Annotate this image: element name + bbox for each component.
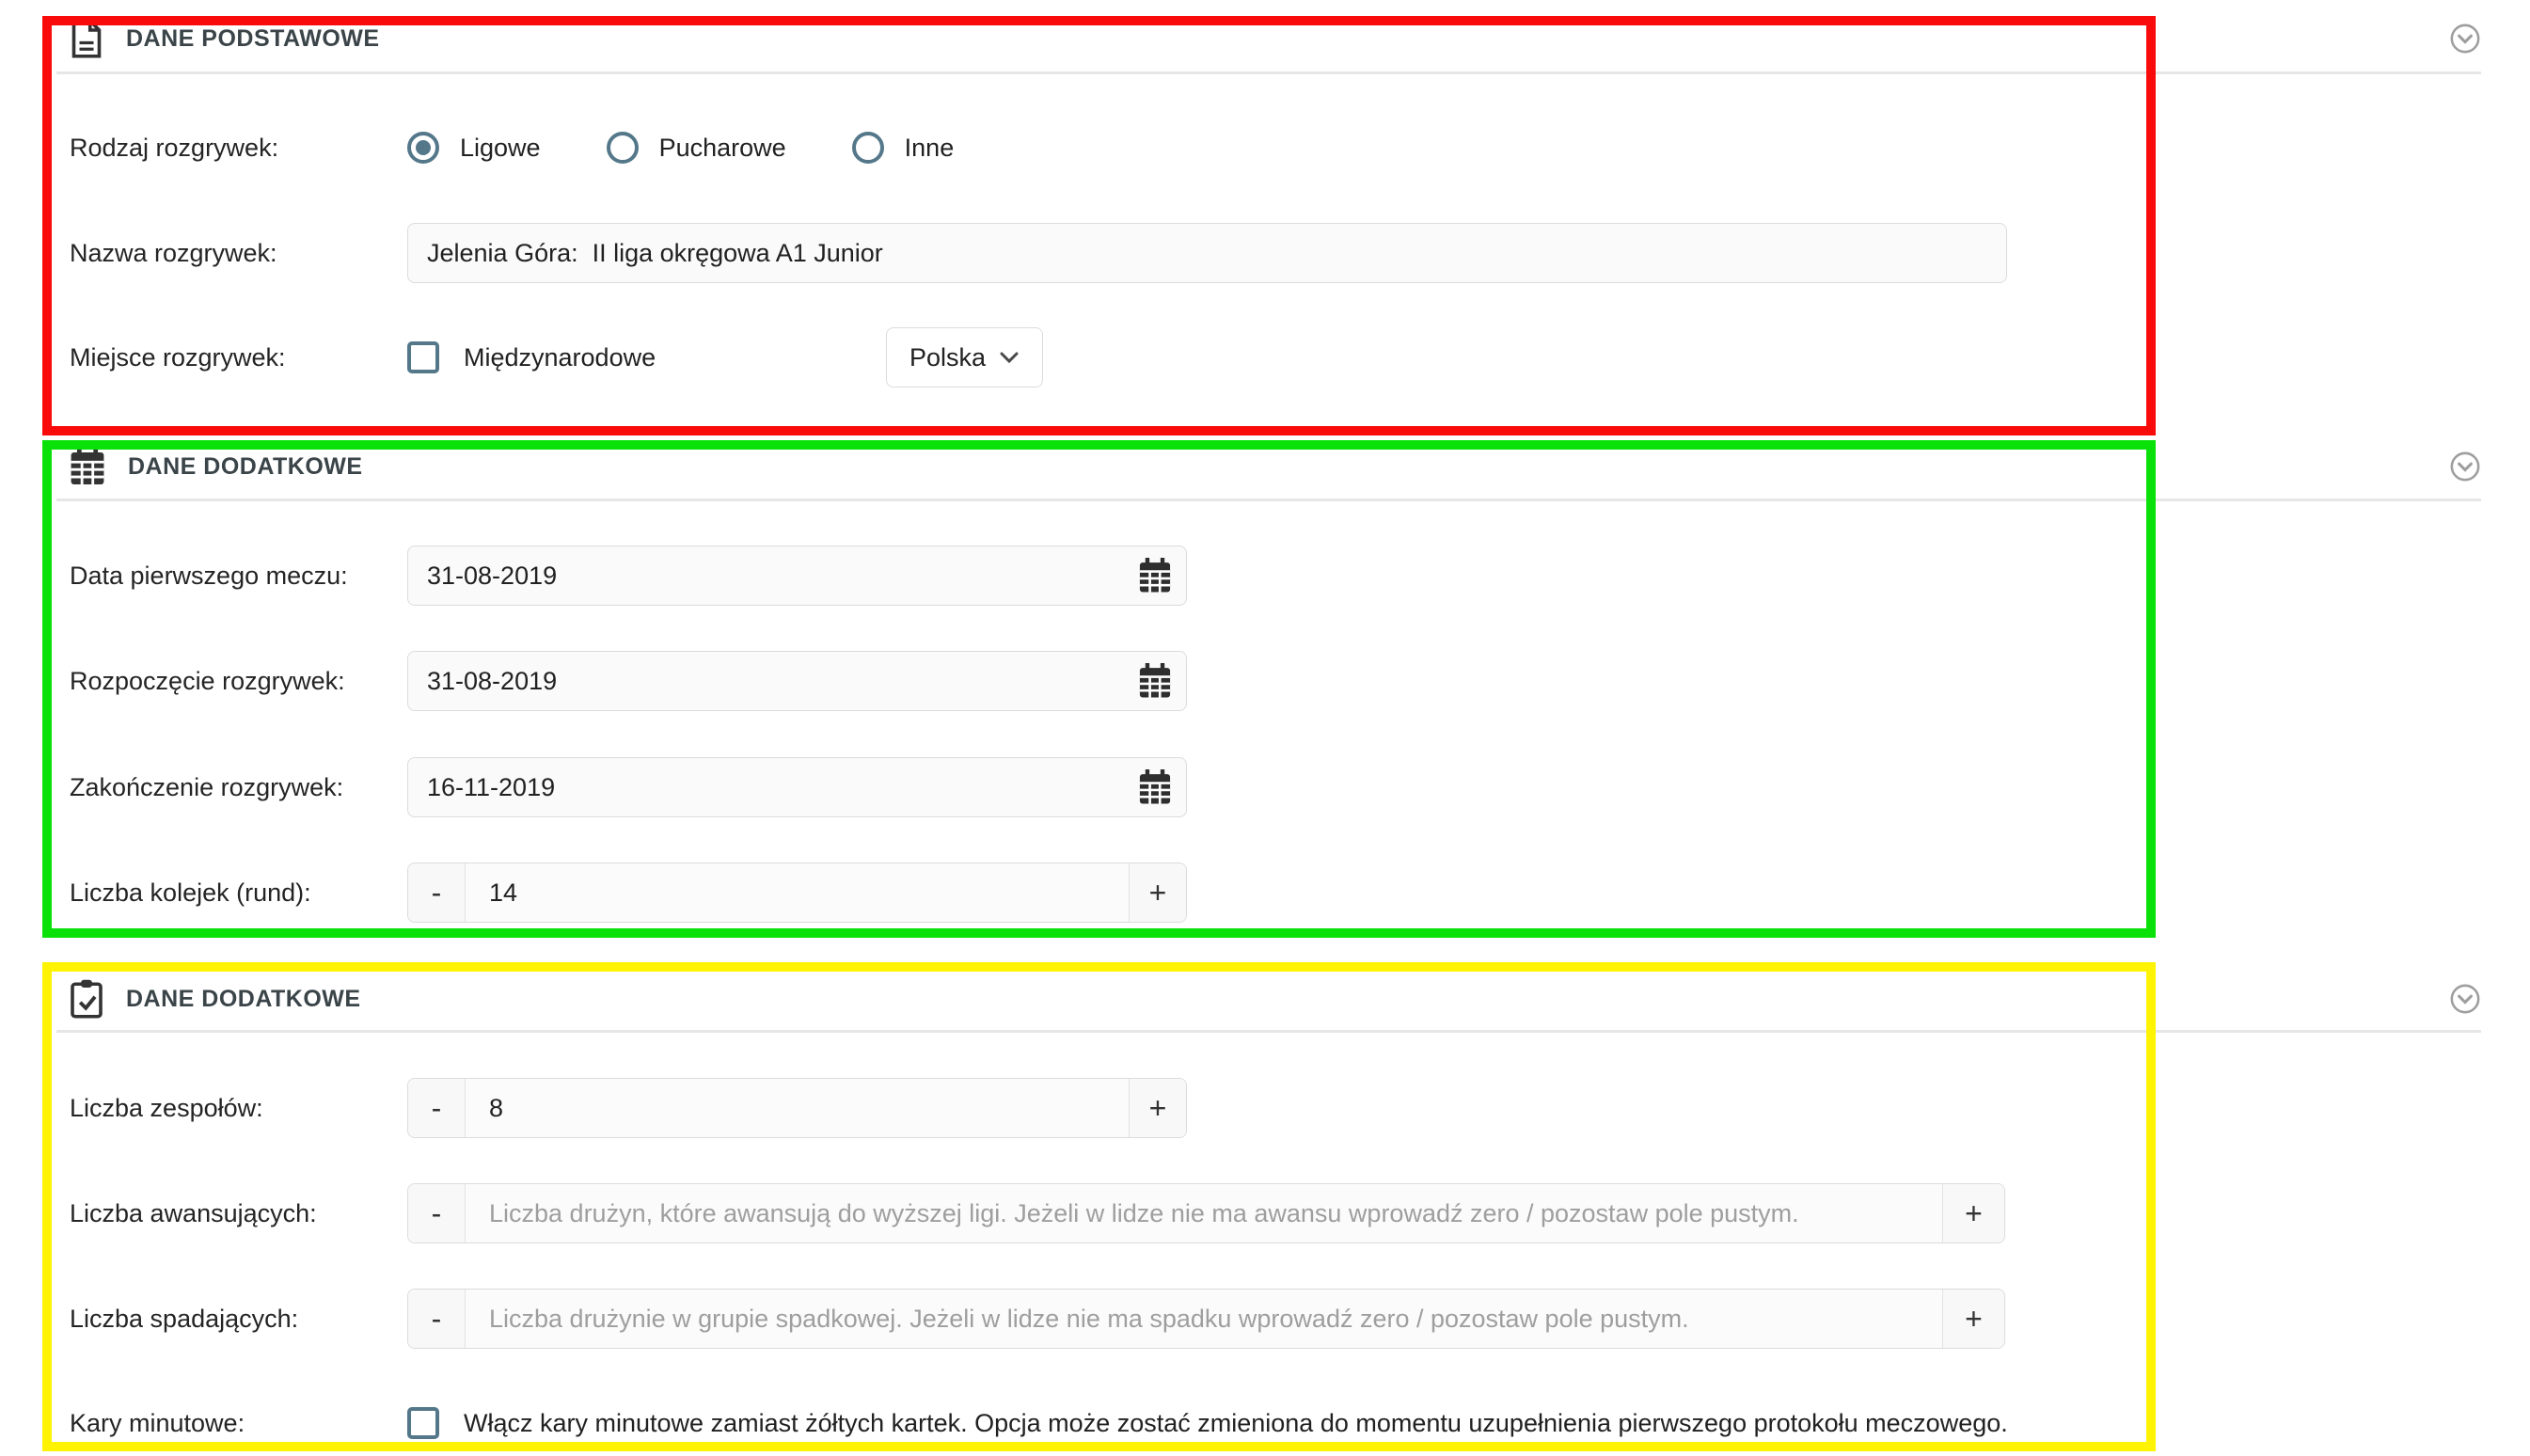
row-rozpoczecie-rozgrywek: Rozpoczęcie rozgrywek: xyxy=(0,651,2530,711)
collapse-section-icon[interactable] xyxy=(2449,983,2481,1015)
liczba-zespolow-input[interactable] xyxy=(466,1079,1129,1137)
field-label-liczba-kolejek: Liczba kolejek (rund): xyxy=(0,878,407,908)
section-header: DANE DODATKOWE xyxy=(70,973,361,1025)
liczba-spadajacych-input[interactable] xyxy=(466,1290,1942,1348)
row-nazwa-rozgrywek: Nazwa rozgrywek: xyxy=(0,223,2530,283)
row-liczba-kolejek: Liczba kolejek (rund): - + xyxy=(0,863,2530,923)
field-label-liczba-awansujacych: Liczba awansujących: xyxy=(0,1199,407,1228)
decrement-button[interactable]: - xyxy=(408,863,466,922)
section-dane-podstawowe: DANE PODSTAWOWE Rodzaj rozgrywek: Ligowe… xyxy=(0,0,2530,440)
section-title: DANE DODATKOWE xyxy=(126,986,361,1013)
radio-label-ligowe[interactable]: Ligowe xyxy=(460,134,541,163)
section-title: DANE PODSTAWOWE xyxy=(126,25,380,53)
field-label-rozpoczecie: Rozpoczęcie rozgrywek: xyxy=(0,667,407,696)
row-liczba-awansujacych: Liczba awansujących: - + xyxy=(0,1183,2530,1243)
radio-ligowe[interactable] xyxy=(407,132,439,164)
liczba-kolejek-input[interactable] xyxy=(466,863,1129,922)
field-label-zakonczenie: Zakończenie rozgrywek: xyxy=(0,773,407,802)
miedzynarodowe-label[interactable]: Międzynarodowe xyxy=(464,343,656,372)
country-dropdown-value: Polska xyxy=(909,343,986,372)
kary-minutowe-checkbox[interactable] xyxy=(407,1407,439,1439)
decrement-button[interactable]: - xyxy=(408,1290,466,1348)
row-zakonczenie-rozgrywek: Zakończenie rozgrywek: xyxy=(0,757,2530,817)
date-field xyxy=(407,651,1187,711)
chevron-down-icon xyxy=(999,351,1020,364)
field-label-miejsce: Miejsce rozgrywek: xyxy=(0,343,407,372)
section-divider xyxy=(56,499,2481,501)
row-liczba-zespolow: Liczba zespołów: - + xyxy=(0,1078,2530,1138)
liczba-kolejek-stepper: - + xyxy=(407,863,1187,923)
liczba-awansujacych-input[interactable] xyxy=(466,1184,1942,1242)
radio-inne[interactable] xyxy=(852,132,884,164)
row-liczba-spadajacych: Liczba spadających: - + xyxy=(0,1289,2530,1349)
field-label-nazwa: Nazwa rozgrywek: xyxy=(0,239,407,268)
radio-label-inne[interactable]: Inne xyxy=(905,134,955,163)
radio-label-pucharowe[interactable]: Pucharowe xyxy=(659,134,786,163)
liczba-awansujacych-stepper: - + xyxy=(407,1183,2005,1243)
increment-button[interactable]: + xyxy=(1942,1184,2004,1242)
radio-group-rodzaj: Ligowe Pucharowe Inne xyxy=(407,132,1020,164)
competition-settings-form: DANE PODSTAWOWE Rodzaj rozgrywek: Ligowe… xyxy=(0,0,2530,1456)
miedzynarodowe-checkbox[interactable] xyxy=(407,341,439,373)
date-field xyxy=(407,757,1187,817)
decrement-button[interactable]: - xyxy=(408,1184,466,1242)
document-icon xyxy=(70,19,103,58)
field-label-kary-minutowe: Kary minutowe: xyxy=(0,1409,407,1438)
country-dropdown[interactable]: Polska xyxy=(886,327,1043,388)
row-kary-minutowe: Kary minutowe: Włącz kary minutowe zamia… xyxy=(0,1393,2530,1453)
field-label-data-pierwszego: Data pierwszego meczu: xyxy=(0,562,407,591)
section-divider xyxy=(56,1030,2481,1033)
rozpoczecie-rozgrywek-input[interactable] xyxy=(407,651,1187,711)
section-dane-dodatkowe-daty: DANE DODATKOWE Data pierwszego meczu: Ro… xyxy=(0,440,2530,962)
row-data-pierwszego-meczu: Data pierwszego meczu: xyxy=(0,546,2530,606)
increment-button[interactable]: + xyxy=(1129,1079,1186,1137)
increment-button[interactable]: + xyxy=(1129,863,1186,922)
section-dane-dodatkowe-zespoly: DANE DODATKOWE Liczba zespołów: - + Licz… xyxy=(0,962,2530,1456)
radio-pucharowe[interactable] xyxy=(607,132,639,164)
calendar-icon xyxy=(70,447,105,486)
kary-minutowe-description[interactable]: Włącz kary minutowe zamiast żółtych kart… xyxy=(464,1409,2008,1438)
decrement-button[interactable]: - xyxy=(408,1079,466,1137)
liczba-spadajacych-stepper: - + xyxy=(407,1289,2005,1349)
collapse-section-icon[interactable] xyxy=(2449,451,2481,483)
data-pierwszego-meczu-input[interactable] xyxy=(407,546,1187,606)
row-miejsce-rozgrywek: Miejsce rozgrywek: Międzynarodowe Polska xyxy=(0,327,2530,388)
field-label-rodzaj: Rodzaj rozgrywek: xyxy=(0,134,407,163)
date-field xyxy=(407,546,1187,606)
zakonczenie-rozgrywek-input[interactable] xyxy=(407,757,1187,817)
section-divider xyxy=(56,71,2481,74)
row-rodzaj-rozgrywek: Rodzaj rozgrywek: Ligowe Pucharowe Inne xyxy=(0,118,2530,178)
section-header: DANE PODSTAWOWE xyxy=(70,12,380,65)
collapse-section-icon[interactable] xyxy=(2449,23,2481,55)
section-title: DANE DODATKOWE xyxy=(128,453,363,481)
liczba-zespolow-stepper: - + xyxy=(407,1078,1187,1138)
field-label-liczba-zespolow: Liczba zespołów: xyxy=(0,1094,407,1123)
nazwa-rozgrywek-input[interactable] xyxy=(407,223,2007,283)
field-label-liczba-spadajacych: Liczba spadających: xyxy=(0,1305,407,1334)
clipboard-check-icon xyxy=(70,979,103,1019)
increment-button[interactable]: + xyxy=(1942,1290,2004,1348)
section-header: DANE DODATKOWE xyxy=(70,440,363,493)
